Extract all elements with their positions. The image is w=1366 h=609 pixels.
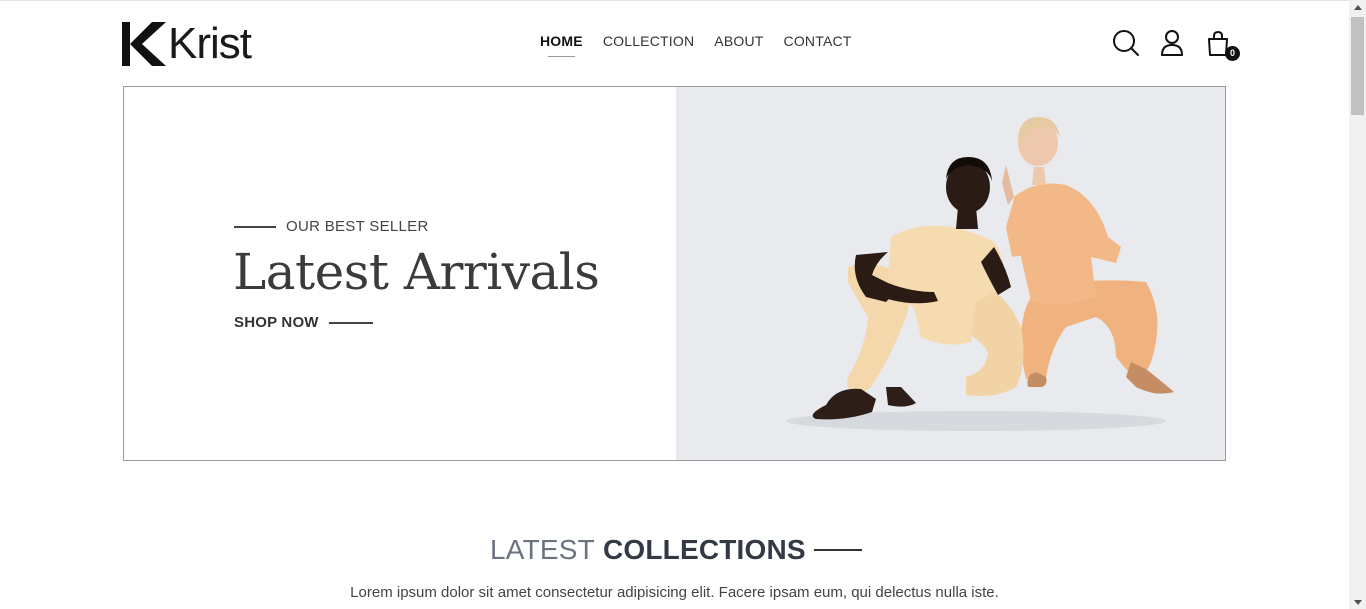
hero-eyebrow-text: OUR BEST SELLER [286, 218, 429, 235]
cart-button[interactable]: 0 [1204, 29, 1240, 61]
shop-now-line [328, 321, 373, 324]
nav-contact[interactable]: CONTACT [784, 33, 852, 49]
hero-image-panel [676, 87, 1225, 460]
collections-heading: LATEST COLLECTIONS [490, 534, 862, 566]
eyebrow-line [234, 225, 276, 228]
collections-title-bold: COLLECTIONS [602, 534, 806, 565]
scroll-up-arrow-icon[interactable] [1349, 0, 1366, 14]
shop-now-link[interactable]: SHOP NOW [234, 314, 373, 331]
collections-title-light: LATEST [490, 534, 595, 565]
scroll-thumb[interactable] [1351, 17, 1364, 115]
user-icon [1161, 30, 1183, 56]
page: Krist HOME COLLECTION ABOUT CONTACT 0 OU… [0, 0, 1366, 609]
collections-title-line [813, 549, 862, 551]
logo-k-icon [122, 22, 166, 66]
collections-description: Lorem ipsum dolor sit amet consectetur a… [350, 584, 999, 601]
vertical-scrollbar[interactable] [1349, 0, 1366, 609]
hero-models-image [786, 117, 1174, 431]
search-icon [1113, 30, 1139, 56]
shop-now-label: SHOP NOW [234, 314, 319, 331]
main-nav: HOME COLLECTION ABOUT CONTACT [540, 33, 872, 57]
hero-title: Latest Arrivals [233, 243, 600, 301]
cart-count-badge: 0 [1225, 46, 1240, 61]
brand-name: Krist [168, 19, 252, 68]
top-border [0, 0, 1349, 1]
nav-collection[interactable]: COLLECTION [603, 33, 694, 49]
header-actions: 0 [1112, 29, 1250, 61]
hero-text-panel: OUR BEST SELLER Latest Arrivals SHOP NOW [124, 87, 676, 460]
hero-banner: OUR BEST SELLER Latest Arrivals SHOP NOW [123, 86, 1226, 461]
scroll-down-arrow-icon[interactable] [1349, 595, 1366, 609]
nav-home[interactable]: HOME [540, 33, 583, 57]
account-button[interactable] [1158, 29, 1186, 57]
nav-about[interactable]: ABOUT [714, 33, 763, 49]
hero-eyebrow: OUR BEST SELLER [234, 218, 429, 235]
brand-logo[interactable]: Krist [122, 19, 252, 68]
search-button[interactable] [1112, 29, 1140, 57]
